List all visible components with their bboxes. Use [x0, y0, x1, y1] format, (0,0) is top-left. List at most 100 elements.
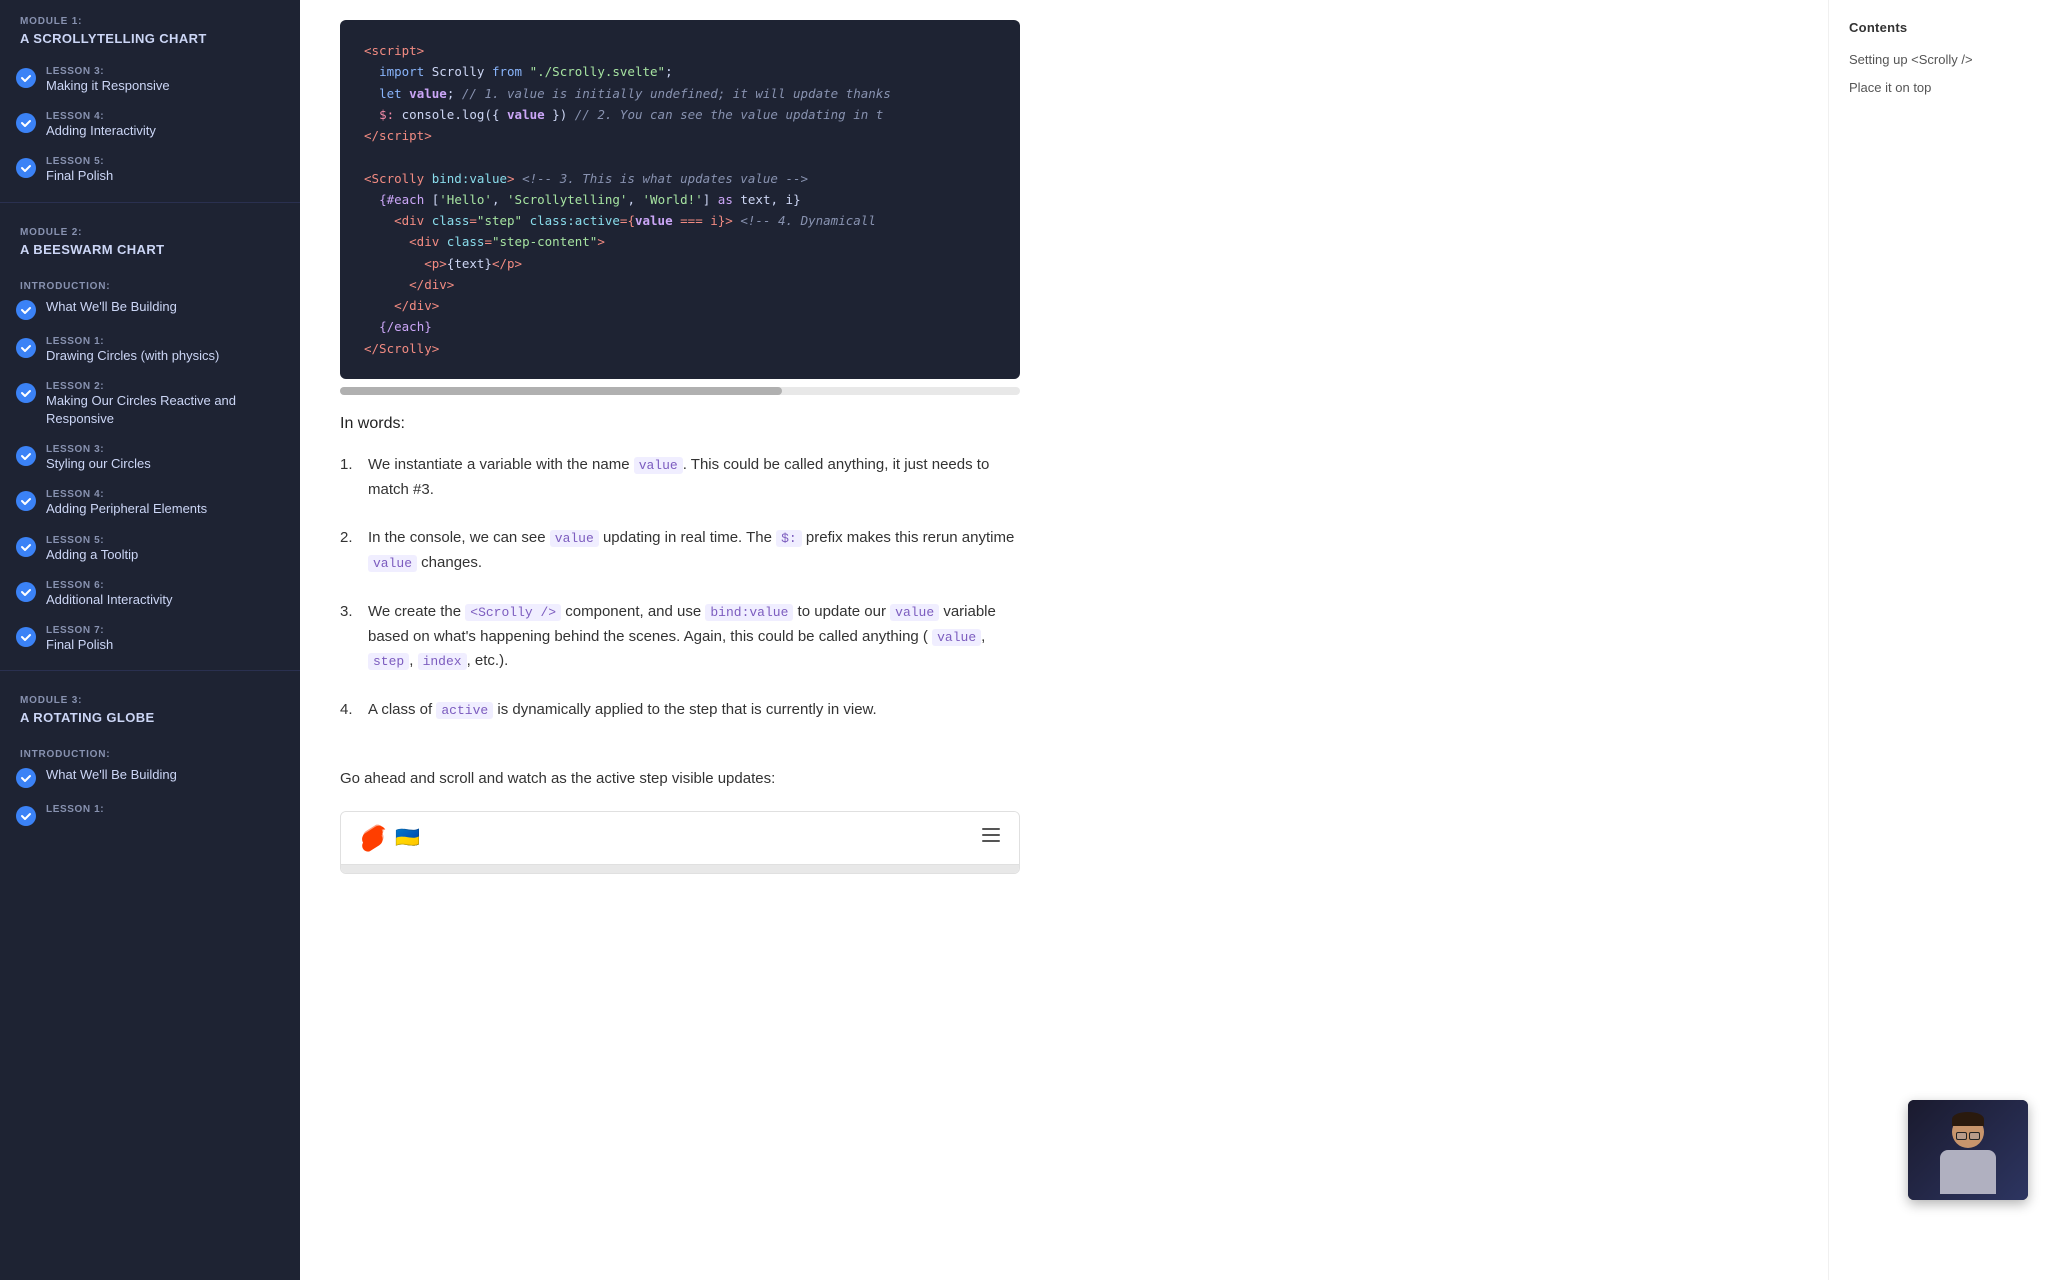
lesson-number: LESSON 1: [46, 336, 219, 347]
module2-label: MODULE 2: [0, 211, 300, 242]
demo-widget: 🇺🇦 [340, 811, 1020, 874]
check-icon [16, 446, 36, 466]
demo-bottom-bar [341, 865, 1019, 873]
inline-code-value3: value [368, 555, 417, 572]
lesson-text: LESSON 3: Making it Responsive [46, 66, 170, 95]
lesson-item[interactable]: LESSON 2: Making Our Circles Reactive an… [0, 373, 300, 436]
lesson-name: Adding Interactivity [46, 122, 156, 140]
lesson-name: Making it Responsive [46, 77, 170, 95]
list-num: 3. [340, 600, 360, 674]
lesson-item[interactable]: LESSON 3: Styling our Circles [0, 436, 300, 481]
module1-title: A SCROLLYTELLING CHART [0, 31, 300, 58]
lesson-item[interactable]: What We'll Be Building [0, 764, 300, 796]
lesson-text: LESSON 5: Final Polish [46, 156, 113, 185]
lesson-item[interactable]: LESSON 7: Final Polish [0, 617, 300, 662]
lesson-number: LESSON 6: [46, 580, 172, 591]
lesson-name: Adding Peripheral Elements [46, 500, 207, 518]
list-item: 3. We create the <Scrolly /> component, … [340, 600, 1020, 674]
lesson-text: LESSON 2: Making Our Circles Reactive an… [46, 381, 280, 428]
hamburger-icon[interactable] [979, 823, 1003, 853]
lesson-text: LESSON 1: Drawing Circles (with physics) [46, 336, 219, 365]
main-content: <script> import Scrolly from "./Scrolly.… [300, 0, 1828, 1280]
lesson-number: LESSON 5: [46, 156, 113, 167]
lesson-item[interactable]: LESSON 6: Additional Interactivity [0, 572, 300, 617]
lesson-text: LESSON 1: [46, 804, 104, 815]
inline-code-scrolly: <Scrolly /> [465, 604, 561, 621]
list-item-content: In the console, we can see value updatin… [368, 526, 1020, 576]
lesson-text: What We'll Be Building [46, 766, 177, 784]
code-scrollbar-thumb[interactable] [340, 387, 782, 395]
toc-panel: Contents Setting up <Scrolly /> Place it… [1828, 0, 2048, 1280]
lesson-name: Drawing Circles (with physics) [46, 347, 219, 365]
inline-code-index: index [418, 653, 467, 670]
lesson-number: LESSON 4: [46, 489, 207, 500]
module2-title: A BEESWARM CHART [0, 242, 300, 269]
lesson-number: LESSON 4: [46, 111, 156, 122]
lesson-item[interactable]: LESSON 1: Drawing Circles (with physics) [0, 328, 300, 373]
list-item: 4. A class of active is dynamically appl… [340, 698, 1020, 723]
intro-label-m3: INTRODUCTION: [0, 737, 300, 764]
list-item: 2. In the console, we can see value upda… [340, 526, 1020, 576]
lesson-number: LESSON 1: [46, 804, 104, 815]
check-icon [16, 338, 36, 358]
ukraine-flag-icon: 🇺🇦 [395, 825, 420, 850]
list-item-content: We instantiate a variable with the name … [368, 453, 1020, 503]
video-thumb-inner [1908, 1100, 2028, 1200]
video-thumbnail[interactable] [1908, 1100, 2028, 1200]
lesson-number: LESSON 3: [46, 444, 151, 455]
lesson-text: LESSON 5: Adding a Tooltip [46, 535, 138, 564]
lesson-item[interactable]: LESSON 3: Making it Responsive [0, 58, 300, 103]
toc-item-place-on-top[interactable]: Place it on top [1849, 79, 2028, 97]
lesson-name: What We'll Be Building [46, 298, 177, 316]
check-icon [16, 582, 36, 602]
list-item: 1. We instantiate a variable with the na… [340, 453, 1020, 503]
check-icon [16, 491, 36, 511]
inline-code-active: active [436, 702, 493, 719]
lesson-text: LESSON 4: Adding Peripheral Elements [46, 489, 207, 518]
inline-code-value4: value [890, 604, 939, 621]
lesson-text: LESSON 7: Final Polish [46, 625, 113, 654]
lesson-item[interactable]: LESSON 4: Adding Peripheral Elements [0, 481, 300, 526]
list-item-content: We create the <Scrolly /> component, and… [368, 600, 1020, 674]
lesson-text: LESSON 6: Additional Interactivity [46, 580, 172, 609]
sidebar: MODULE 1: A SCROLLYTELLING CHART LESSON … [0, 0, 300, 1280]
inline-code-dollar: $: [776, 530, 802, 547]
lesson-name: Final Polish [46, 636, 113, 654]
check-icon [16, 627, 36, 647]
lesson-item[interactable]: LESSON 1: [0, 796, 300, 834]
lesson-item[interactable]: LESSON 4: Adding Interactivity [0, 103, 300, 148]
in-words-label: In words: [340, 415, 1020, 433]
toc-title: Contents [1849, 20, 2028, 35]
lesson-number: LESSON 2: [46, 381, 280, 392]
code-block: <script> import Scrolly from "./Scrolly.… [340, 20, 1020, 379]
inline-code-step: step [368, 653, 409, 670]
inline-code-bind: bind:value [705, 604, 793, 621]
module3-title: A ROTATING GLOBE [0, 710, 300, 737]
check-icon [16, 158, 36, 178]
lesson-number: LESSON 7: [46, 625, 113, 636]
lesson-number: LESSON 3: [46, 66, 170, 77]
inline-code-value2: value [550, 530, 599, 547]
svelte-logo-icon [357, 822, 389, 854]
lesson-text: LESSON 3: Styling our Circles [46, 444, 151, 473]
list-num: 1. [340, 453, 360, 503]
lesson-name: Final Polish [46, 167, 113, 185]
numbered-list: 1. We instantiate a variable with the na… [340, 453, 1020, 723]
code-scrollbar[interactable] [340, 387, 1020, 395]
check-icon [16, 113, 36, 133]
lesson-item[interactable]: LESSON 5: Final Polish [0, 148, 300, 193]
check-icon [16, 768, 36, 788]
inline-code-value: value [634, 457, 683, 474]
lesson-item[interactable]: LESSON 5: Adding a Tooltip [0, 527, 300, 572]
check-icon [16, 806, 36, 826]
lesson-name: Adding a Tooltip [46, 546, 138, 564]
toc-item-setting-up[interactable]: Setting up <Scrolly /> [1849, 51, 2028, 69]
lesson-name: Additional Interactivity [46, 591, 172, 609]
module3-label: MODULE 3: [0, 679, 300, 710]
list-item-content: A class of active is dynamically applied… [368, 698, 1020, 723]
inline-code-value5: value [932, 629, 981, 646]
lesson-item[interactable]: What We'll Be Building [0, 296, 300, 328]
lesson-text: What We'll Be Building [46, 298, 177, 316]
lesson-name: What We'll Be Building [46, 766, 177, 784]
check-icon [16, 383, 36, 403]
